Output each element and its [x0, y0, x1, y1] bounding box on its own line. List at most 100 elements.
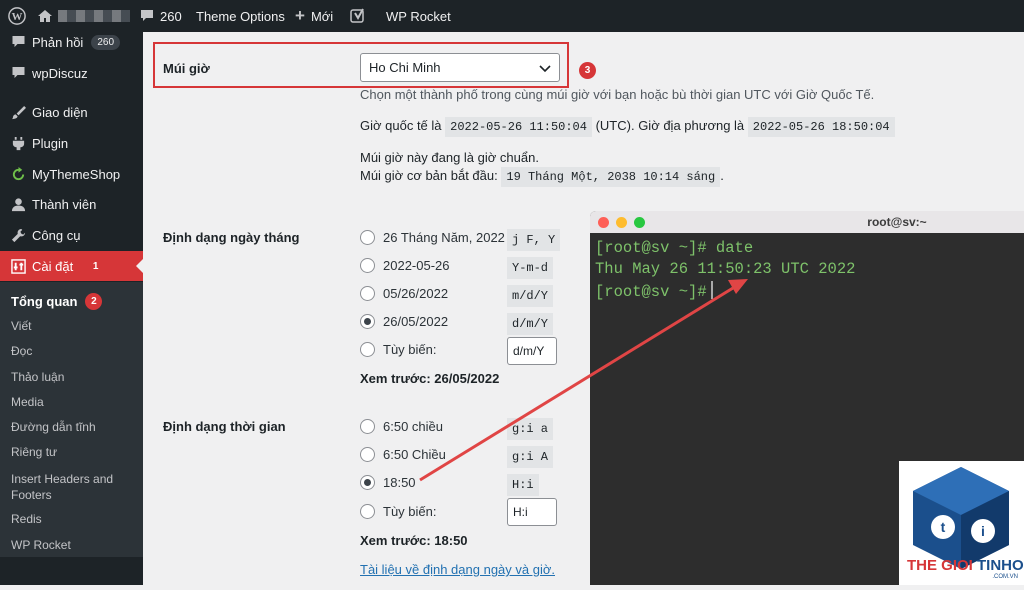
menu-item-users[interactable]: Thành viên: [0, 189, 143, 219]
yoast-icon[interactable]: [350, 0, 366, 32]
logo-subtext: .COM.VN: [992, 574, 1018, 580]
submenu-wp-rocket[interactable]: WP Rocket: [11, 538, 71, 553]
submenu-general[interactable]: Tổng quan 2: [11, 293, 103, 310]
option-label: 26/05/2022: [383, 314, 449, 329]
theme-options-link[interactable]: Theme Options: [196, 0, 285, 32]
standard-time-note: Múi giờ này đang là giờ chuẩn.: [360, 150, 539, 165]
menu-label: wpDiscuz: [32, 65, 88, 81]
radio-button-checked[interactable]: [360, 314, 375, 329]
timezone-selected-value: Ho Chi Minh: [369, 60, 441, 75]
annotation-marker-1: 1: [87, 257, 105, 275]
terminal-titlebar[interactable]: root@sv:~: [590, 211, 1024, 233]
menu-label: Plugin: [32, 135, 69, 151]
menu-label: Phản hồi: [32, 34, 84, 50]
plugin-icon: [10, 135, 26, 151]
terminal-title: root@sv:~: [867, 215, 927, 229]
menu-item-wpdiscuz[interactable]: wpDiscuz: [0, 58, 143, 88]
custom-date-format-input[interactable]: d/m/Y: [507, 337, 557, 365]
svg-text:i: i: [981, 523, 985, 539]
menu-label: MyThemeShop: [32, 166, 121, 182]
radio-button[interactable]: [360, 447, 375, 462]
time-format-custom[interactable]: Tùy biến:: [360, 504, 436, 519]
utc-suffix: (UTC). Giờ địa phương là: [595, 118, 745, 133]
submenu-writing[interactable]: Viết: [11, 319, 31, 334]
base-prefix: Múi giờ cơ bản bắt đầu:: [360, 168, 498, 183]
date-format-custom[interactable]: Tùy biến:: [360, 342, 436, 357]
comment-icon: [10, 65, 26, 81]
format-code: m/d/Y: [507, 285, 554, 307]
menu-label: Công cụ: [32, 227, 81, 243]
submenu-discussion[interactable]: Thảo luận: [11, 370, 64, 385]
base-time-value: 19 Tháng Một, 2038 10:14 sáng: [501, 167, 721, 187]
date-format-option[interactable]: 2022-05-26: [360, 258, 450, 273]
prompt-text: [root@sv ~]#: [595, 283, 707, 301]
site-name-blurred[interactable]: [58, 10, 130, 22]
timezone-label: Múi giờ: [163, 61, 210, 76]
submenu-label: Tổng quan: [11, 294, 78, 309]
new-label: Mới: [310, 8, 334, 24]
base-time-line: Múi giờ cơ bản bắt đầu: 19 Tháng Một, 20…: [360, 167, 724, 187]
new-content-link[interactable]: + Mới: [295, 0, 333, 32]
submenu-media[interactable]: Media: [11, 395, 44, 410]
menu-item-settings[interactable]: Cài đặt 1: [0, 251, 143, 281]
terminal-prompt: [root@sv ~]#: [595, 281, 713, 301]
submenu-reading[interactable]: Đọc: [11, 344, 32, 359]
timezone-help: Chọn một thành phố trong cùng múi giờ vớ…: [360, 87, 875, 102]
svg-text:W: W: [12, 11, 23, 23]
format-code: j F, Y: [507, 229, 561, 251]
date-format-label: Định dạng ngày tháng: [163, 230, 300, 245]
timezone-select[interactable]: Ho Chi Minh: [360, 53, 560, 82]
time-format-label: Định dạng thời gian: [163, 419, 286, 434]
time-preview: Xem trước: 18:50: [360, 533, 468, 548]
admin-sidebar: Phản hồi 260 wpDiscuz Giao diện Plugin M…: [0, 32, 143, 585]
menu-item-mythemeshop[interactable]: MyThemeShop: [0, 159, 143, 189]
wp-rocket-link[interactable]: WP Rocket: [386, 0, 451, 32]
radio-button[interactable]: [360, 504, 375, 519]
utc-prefix: Giờ quốc tế là: [360, 118, 442, 133]
menu-item-comments[interactable]: Phản hồi 260: [0, 27, 143, 57]
option-label: 6:50 chiều: [383, 419, 443, 434]
radio-button[interactable]: [360, 258, 375, 273]
terminal-line: [root@sv ~]# date: [595, 239, 754, 257]
format-code: g:i a: [507, 418, 554, 440]
time-format-option-selected[interactable]: 18:50: [360, 475, 416, 490]
menu-item-tools[interactable]: Công cụ: [0, 220, 143, 250]
format-code: g:i A: [507, 446, 554, 468]
menu-item-appearance[interactable]: Giao diện: [0, 97, 143, 127]
submenu-redis[interactable]: Redis: [11, 512, 42, 527]
submenu-permalinks[interactable]: Đường dẫn tĩnh: [11, 420, 96, 435]
theme-options-label: Theme Options: [196, 8, 285, 24]
radio-button[interactable]: [360, 419, 375, 434]
time-preview-text: Xem trước: 18:50: [360, 533, 468, 548]
option-label: Tùy biến:: [383, 342, 437, 357]
submenu-privacy[interactable]: Riêng tư: [11, 445, 57, 460]
wp-rocket-label: WP Rocket: [386, 8, 451, 24]
logo-wordmark: THE GIOI TINHOC: [907, 557, 1024, 574]
date-preview: Xem trước: 26/05/2022: [360, 371, 499, 386]
date-format-option[interactable]: 05/26/2022: [360, 286, 448, 301]
time-format-option[interactable]: 6:50 Chiều: [360, 447, 446, 462]
radio-button[interactable]: [360, 286, 375, 301]
annotation-marker-3: 3: [579, 62, 596, 79]
menu-label: Thành viên: [32, 196, 97, 212]
option-label: 05/26/2022: [383, 286, 449, 301]
wrench-icon: [10, 227, 26, 243]
option-label: 26 Tháng Năm, 2022: [383, 230, 505, 245]
format-code: d/m/Y: [507, 313, 554, 335]
time-format-option[interactable]: 6:50 chiều: [360, 419, 443, 434]
comments-link[interactable]: 260: [140, 0, 182, 32]
date-time-docs-link[interactable]: Tài liệu về định dạng ngày và giờ.: [360, 562, 555, 577]
radio-button-checked[interactable]: [360, 475, 375, 490]
date-format-option-selected[interactable]: 26/05/2022: [360, 314, 448, 329]
option-label: 18:50: [383, 475, 416, 490]
plus-icon: +: [295, 6, 305, 25]
date-format-option[interactable]: 26 Tháng Năm, 2022: [360, 230, 505, 245]
radio-button[interactable]: [360, 342, 375, 357]
text-cursor: [710, 281, 713, 299]
menu-item-plugins[interactable]: Plugin: [0, 128, 143, 158]
custom-time-format-input[interactable]: H:i: [507, 498, 557, 526]
logo-text-1: THE GIOI: [907, 557, 973, 574]
radio-button[interactable]: [360, 230, 375, 245]
submenu-insert-headers-footers[interactable]: Insert Headers and Footers: [11, 471, 131, 503]
comment-count-badge: 260: [91, 34, 121, 50]
